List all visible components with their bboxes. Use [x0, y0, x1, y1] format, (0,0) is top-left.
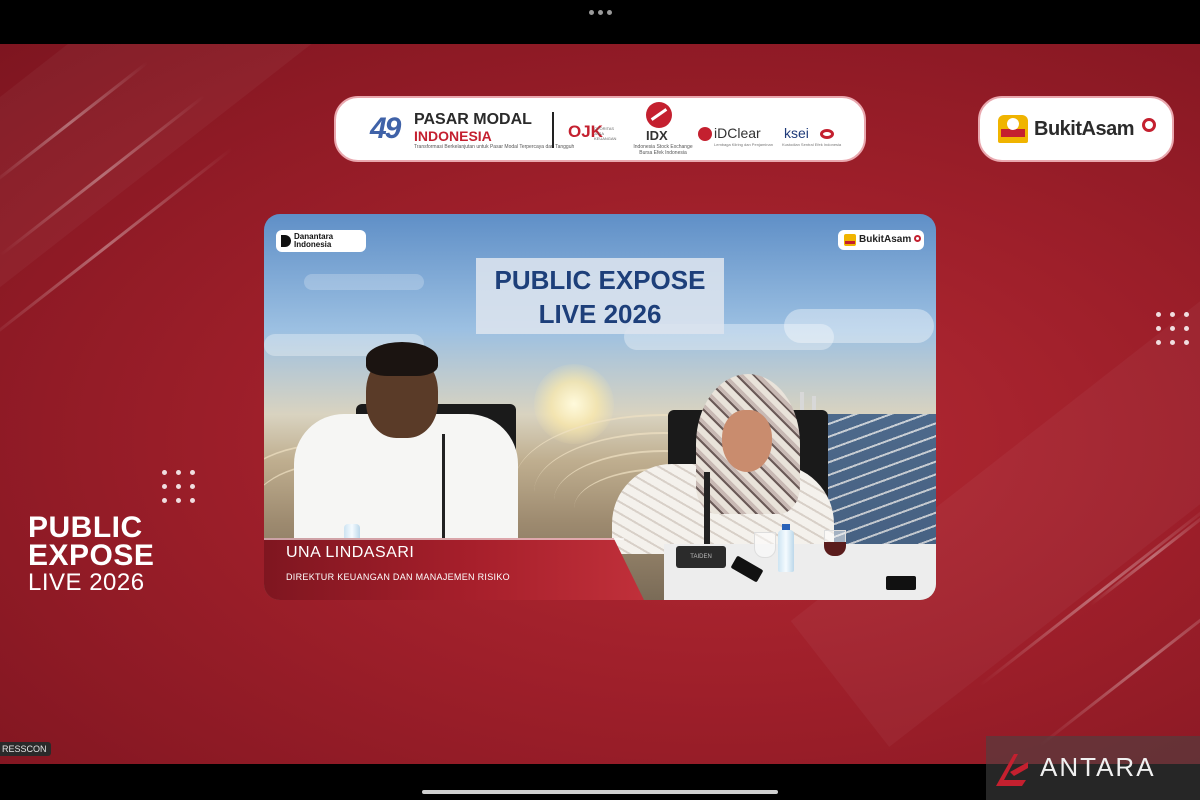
pasar-modal-subtitle: INDONESIA — [414, 128, 492, 144]
ksei-subtitle: Kustodian Sentral Efek Indonesia — [782, 142, 842, 147]
antara-watermark: ANTARA — [986, 736, 1200, 800]
top-bar — [0, 0, 1200, 44]
video-title-card: PUBLIC EXPOSE LIVE 2026 — [476, 258, 724, 334]
microphone-stand — [442, 434, 445, 544]
source-label: RESSCON — [0, 742, 51, 756]
ksei-logo: ksei — [784, 125, 809, 141]
pasar-modal-title: PASAR MODAL — [414, 111, 532, 128]
idx-globe-icon — [646, 102, 672, 128]
bukitasam-wordmark: BukitAsam — [1034, 118, 1134, 140]
pasar-modal-anniversary-logo: 49 — [370, 112, 401, 145]
idx-logo: IDX — [646, 128, 668, 143]
bukitasam-ring-icon — [914, 235, 921, 242]
cloud — [304, 274, 424, 290]
sponsor-logos-banner: 49 PASAR MODAL INDONESIA Transformasi Be… — [334, 96, 866, 162]
cloud — [784, 309, 934, 343]
video-bukitasam-logo-badge: BukitAsam — [838, 230, 924, 250]
event-logo-line-3: LIVE 2026 — [28, 569, 145, 596]
female-speaker-face — [722, 410, 772, 472]
idx-subtitle: Indonesia Stock Exchange Bursa Efek Indo… — [633, 144, 693, 156]
idclear-icon — [698, 127, 712, 141]
water-bottle — [778, 530, 794, 572]
antara-logo-icon — [996, 754, 1028, 786]
ksei-ring-icon — [820, 129, 834, 139]
video-bukitasam-wordmark: BukitAsam — [859, 234, 912, 245]
speaker-name: UNA LINDASARI — [286, 544, 415, 561]
phone — [886, 576, 916, 590]
more-options-icon[interactable] — [589, 10, 612, 15]
speaker-role: DIREKTUR KEUANGAN DAN MANAJEMEN RISIKO — [286, 572, 510, 582]
pasar-modal-tagline: Transformasi Berkelanjutan untuk Pasar M… — [414, 144, 575, 150]
decorative-dot-grid — [1156, 312, 1189, 345]
bottle-cap — [782, 524, 790, 530]
bukitasam-emblem-icon — [844, 234, 856, 246]
bukitasam-ring-icon — [1142, 118, 1156, 132]
idclear-logo: iDClear — [714, 125, 761, 141]
lower-third-accent-line — [264, 538, 624, 540]
microphone-stand — [704, 472, 710, 548]
conference-mic-base: TAIDEN — [676, 546, 726, 568]
water-glass — [754, 532, 776, 558]
public-expose-event-logo: PUBLIC EXPOSE LIVE 2026 — [28, 511, 155, 596]
danantara-emblem-icon — [281, 235, 291, 247]
event-logo-line-1: PUBLIC — [28, 511, 143, 544]
bukitasam-emblem-icon — [998, 115, 1028, 143]
video-title-line-1: PUBLIC EXPOSE — [494, 265, 706, 295]
bukitasam-logo-badge: BukitAsam — [978, 96, 1174, 162]
antara-wordmark: ANTARA — [1040, 752, 1156, 782]
video-title-line-2: LIVE 2026 — [538, 299, 662, 329]
logo-divider — [552, 112, 554, 148]
danantara-logo-badge: Danantara Indonesia — [276, 230, 366, 252]
danantara-wordmark: Danantara Indonesia — [294, 232, 334, 249]
ojk-subtitle: OTORITAS JASA KEUANGAN — [594, 126, 617, 141]
idclear-subtitle: Lembaga Kliring dan Penjaminan — [714, 142, 773, 147]
home-indicator[interactable] — [422, 790, 778, 794]
event-logo-line-2: EXPOSE — [28, 539, 155, 572]
video-feed[interactable]: Danantara Indonesia BukitAsam PUBLIC EXP… — [264, 214, 936, 600]
male-speaker-hair — [366, 342, 438, 376]
decorative-dot-grid — [162, 470, 195, 503]
